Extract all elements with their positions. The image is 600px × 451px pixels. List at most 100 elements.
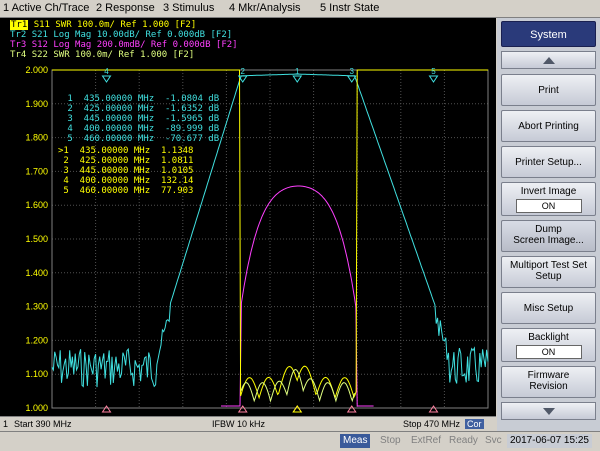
multiport-test-set-setup-button[interactable]: Multiport Test Set Setup	[501, 256, 596, 288]
arrow-up-icon	[543, 57, 555, 64]
svg-text:5: 5	[431, 67, 436, 76]
correction-indicator: Cor	[465, 419, 484, 429]
s21-marker: 3	[346, 67, 357, 83]
trace-tr1-text: SWR 100.0m/ Ref 1.000 [F2]	[55, 20, 197, 30]
print-button[interactable]: Print	[501, 74, 596, 106]
y-axis-label: 1.300	[25, 302, 48, 312]
s11-stimulus-marker	[428, 405, 439, 413]
trace-tr2-text: Log Mag 10.00dB/ Ref 0.000dB [F2]	[53, 30, 233, 40]
marker-row: 5 460.00000 MHz -70.677 dB	[62, 134, 220, 144]
y-axis-label: 1.700	[25, 166, 48, 176]
multiport-line2: Setup	[535, 271, 562, 282]
backlight-value: ON	[515, 345, 582, 359]
y-axis-label: 1.200	[25, 335, 48, 345]
menu-response[interactable]: 2 Response	[96, 2, 155, 14]
start-frequency[interactable]: Start 390 MHz	[14, 419, 72, 429]
ready-indicator: Ready	[449, 435, 478, 446]
s21-marker: 5	[428, 67, 439, 83]
dump-line1: Dump	[535, 224, 562, 235]
marker-row: >1 435.00000 MHz 1.1348	[58, 146, 194, 156]
trace-tr3-id[interactable]: Tr3	[10, 40, 26, 50]
invert-image-value: ON	[515, 199, 582, 213]
trace-tr4-text: SWR 100.0m/ Ref 1.000 [F2]	[53, 50, 195, 60]
s12-trace	[221, 185, 374, 407]
menu-stimulus[interactable]: 3 Stimulus	[163, 2, 214, 14]
y-axis-label: 1.800	[25, 133, 48, 143]
dump-line2: Screen Image...	[513, 235, 584, 246]
marker-row: 2 425.00000 MHz -1.6352 dB	[62, 104, 220, 114]
s21-marker: 4	[101, 67, 112, 83]
trace-tr3-param: S12	[31, 40, 48, 50]
stop-indicator: Stop	[380, 435, 401, 446]
marker-row: 5 460.00000 MHz 77.903	[58, 186, 194, 196]
menu-instr-state[interactable]: 5 Instr State	[320, 2, 379, 14]
s11-stimulus-marker	[237, 405, 248, 413]
trace-plot: 2.000 1.900 1.800 1.700 1.600 1.500 1.400 1.300…	[25, 65, 489, 413]
svc-indicator: Svc	[485, 435, 502, 446]
firmware-line2: Revision	[529, 381, 568, 392]
y-axis-label: 1.900	[25, 99, 48, 109]
marker-row: 3 445.00000 MHz 1.0105	[58, 166, 194, 176]
active-marker	[292, 405, 303, 413]
trace-tr3-text: Log Mag 200.0mdB/ Ref 0.000dB [F2]	[53, 40, 238, 50]
stop-frequency[interactable]: Stop 470 MHz	[403, 419, 460, 429]
y-axis-label: 2.000	[25, 65, 48, 75]
trace-tr1-id[interactable]: Tr1	[10, 20, 29, 30]
marker-row: 4 400.00000 MHz 132.14	[58, 176, 194, 186]
invert-image-button[interactable]: Invert Image ON	[501, 182, 596, 216]
dump-screen-image-button[interactable]: Dump Screen Image...	[501, 220, 596, 252]
marker-table-s11: >1 435.00000 MHz 1.1348 2 425.00000 MHz …	[58, 146, 193, 196]
abort-printing-button[interactable]: Abort Printing	[501, 110, 596, 142]
status-bar: 1 Start 390 MHz IFBW 10 kHz Stop 470 MHz…	[0, 416, 496, 431]
y-axis-label: 1.400	[25, 268, 48, 278]
channel-number: 1	[3, 419, 9, 429]
softkey-title: System	[501, 21, 596, 47]
y-axis-labels: 2.000 1.900 1.800 1.700 1.600 1.500 1.400 1.300…	[25, 65, 48, 413]
menu-bar: 1 Active Ch/Trace 2 Response 3 Stimulus …	[0, 0, 600, 18]
marker-row: 3 445.00000 MHz -1.5965 dB	[62, 114, 220, 124]
marker-row: 1 435.00000 MHz -1.0804 dB	[62, 94, 220, 104]
marker-table-s21: 1 435.00000 MHz -1.0804 dB 2 425.00000 M…	[62, 94, 219, 144]
firmware-revision-button[interactable]: Firmware Revision	[501, 366, 596, 398]
invert-image-label: Invert Image	[520, 186, 577, 197]
printer-setup-button[interactable]: Printer Setup...	[501, 146, 596, 178]
marker-row: 2 425.00000 MHz 1.0811	[58, 156, 194, 166]
trace-tr2-id[interactable]: Tr2	[10, 30, 26, 40]
softkey-panel: System Print Abort Printing Printer Setu…	[497, 18, 600, 431]
y-axis-label: 1.600	[25, 200, 48, 210]
menu-mkr-analysis[interactable]: 4 Mkr/Analysis	[229, 2, 301, 14]
meas-indicator: Meas	[340, 434, 371, 448]
svg-text:1: 1	[295, 67, 300, 76]
trace-tr4-param: S22	[31, 50, 48, 60]
y-axis-label: 1.100	[25, 369, 48, 379]
backlight-label: Backlight	[528, 332, 569, 343]
scroll-down-button[interactable]	[501, 402, 596, 420]
firmware-line1: Firmware	[527, 370, 570, 381]
multiport-line1: Multiport Test Set	[509, 260, 588, 271]
y-axis-label: 1.000	[25, 403, 48, 413]
bottom-status-bar: Meas Stop ExtRef Ready Svc 2017-06-07 15…	[0, 431, 600, 451]
trace-line-1[interactable]: Tr1 S11 SWR 100.0m/ Ref 1.000 [F2]	[10, 20, 196, 30]
datetime: 2017-06-07 15:25	[507, 434, 592, 448]
trace-line-3[interactable]: Tr3 S12 Log Mag 200.0mdB/ Ref 0.000dB [F…	[10, 40, 238, 50]
backlight-button[interactable]: Backlight ON	[501, 328, 596, 362]
misc-setup-button[interactable]: Misc Setup	[501, 292, 596, 324]
extref-indicator: ExtRef	[411, 435, 442, 446]
svg-text:2: 2	[241, 67, 246, 76]
svg-text:3: 3	[350, 67, 355, 76]
trace-tr1-param: S11	[33, 20, 50, 30]
y-axis-label: 1.500	[25, 234, 48, 244]
trace-tr2-param: S21	[31, 30, 48, 40]
menu-active-ch-trace[interactable]: 1 Active Ch/Trace	[3, 2, 89, 14]
marker-row: 4 400.00000 MHz -89.999 dB	[62, 124, 220, 134]
trace-line-2[interactable]: Tr2 S21 Log Mag 10.00dB/ Ref 0.000dB [F2…	[10, 30, 232, 40]
svg-text:4: 4	[104, 67, 109, 76]
ifbw[interactable]: IFBW 10 kHz	[212, 419, 265, 429]
arrow-down-icon	[543, 408, 555, 415]
scroll-up-button[interactable]	[501, 51, 596, 69]
s11-stimulus-marker	[346, 405, 357, 413]
trace-line-4[interactable]: Tr4 S22 SWR 100.0m/ Ref 1.000 [F2]	[10, 50, 194, 60]
trace-tr4-id[interactable]: Tr4	[10, 50, 26, 60]
s11-stimulus-marker	[101, 405, 112, 413]
measurement-screen: 2.000 1.900 1.800 1.700 1.600 1.500 1.400 1.300…	[0, 18, 496, 416]
